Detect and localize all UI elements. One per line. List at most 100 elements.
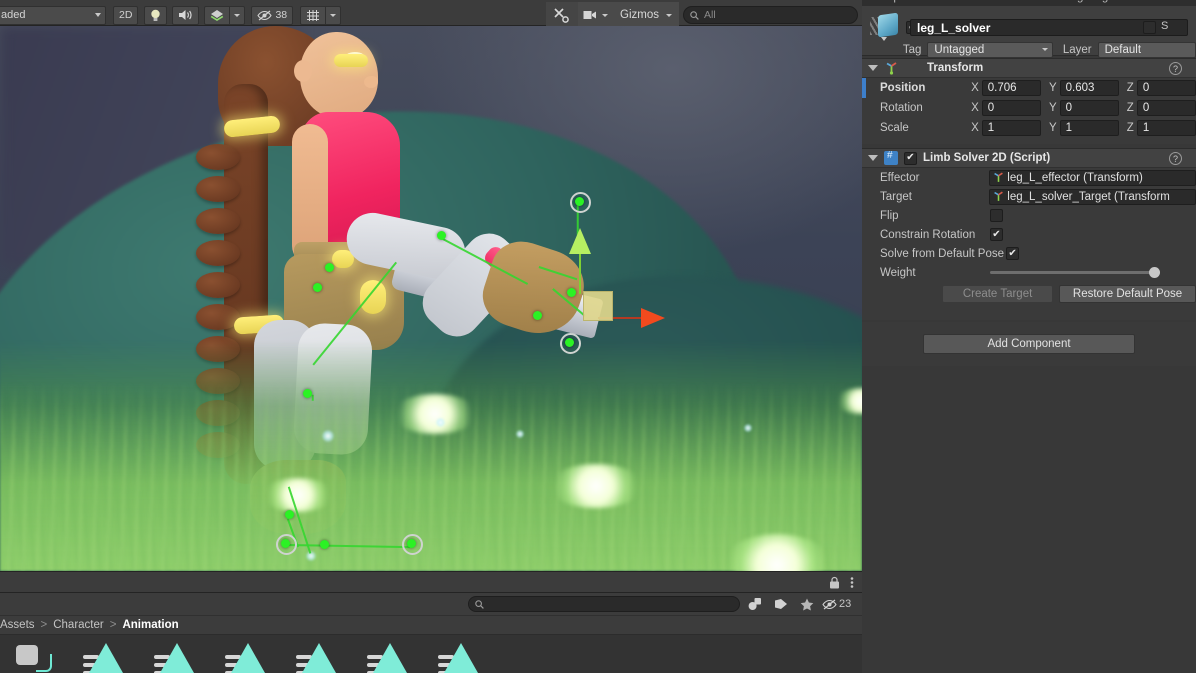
gizmos-button[interactable]: Gizmos (613, 2, 679, 28)
chevron-down-icon (95, 13, 101, 17)
tag-dropdown[interactable]: Untagged (927, 41, 1053, 58)
draw-mode-dropdown[interactable]: aded (0, 5, 106, 25)
tools-icon (554, 7, 569, 23)
layer-dropdown[interactable]: Default (1097, 41, 1196, 58)
selection-indicator (862, 78, 866, 98)
camera-settings-button[interactable] (578, 2, 614, 28)
foldout-arrow-icon[interactable] (868, 155, 878, 161)
scale-y-field[interactable]: 1 (1059, 120, 1119, 136)
search-icon (475, 599, 484, 609)
gizmo-x-axis-arrow[interactable] (641, 308, 665, 328)
asset-grid (0, 635, 862, 673)
position-y-field[interactable]: 0.603 (1059, 80, 1119, 96)
constrain-rotation-checkbox[interactable] (990, 228, 1003, 241)
transform-header[interactable]: Transform ? (862, 58, 1196, 78)
effects-toggle-button[interactable] (204, 5, 231, 25)
asset-item-animation-clip[interactable] (77, 635, 125, 673)
ik-joint-handle[interactable] (285, 510, 294, 519)
target-object-field[interactable]: leg_L_solver_Target (Transform (989, 188, 1196, 205)
project-search-input[interactable] (468, 596, 740, 612)
scale-x-field[interactable]: 1 (981, 120, 1041, 136)
asset-item-animation-clip[interactable] (148, 635, 196, 673)
component-tools-button[interactable] (546, 2, 579, 28)
ik-effector-handle[interactable] (565, 338, 574, 347)
tab-inspector[interactable]: Inspector (878, 0, 925, 3)
solve-from-default-pose-checkbox[interactable] (1006, 247, 1020, 260)
tab-lighting[interactable]: Lighting (1068, 0, 1108, 3)
rotation-x-value: 0 (987, 102, 995, 114)
project-visibility-button[interactable]: 23 (822, 595, 855, 613)
limb-solver-buttons-row: Create Target Restore Default Pose (862, 282, 1196, 306)
effector-object-field[interactable]: leg_L_effector (Transform) (989, 169, 1196, 186)
rotation-x-field[interactable]: 0 (981, 100, 1041, 116)
kebab-menu-icon[interactable] (850, 576, 854, 589)
transform-axis-icon (886, 62, 897, 75)
asset-item-animation-clip[interactable] (290, 635, 338, 673)
animation-clip-icon (438, 643, 478, 673)
animation-clip-icon (154, 643, 194, 673)
gizmo-plane-handle[interactable] (583, 291, 613, 321)
animation-clip-icon (367, 643, 407, 673)
constrain-rotation-label: Constrain Rotation (880, 228, 976, 241)
ik-joint-handle[interactable] (313, 283, 322, 292)
asset-item-animation-clip[interactable] (361, 635, 409, 673)
favorites-button[interactable] (796, 595, 818, 613)
limb-solver-enabled-checkbox[interactable] (904, 151, 917, 165)
scale-z-field[interactable]: 1 (1136, 120, 1196, 136)
ik-effector-handle[interactable] (407, 539, 416, 548)
scene-search-input[interactable]: All (683, 6, 858, 24)
ik-joint-handle[interactable] (303, 389, 312, 398)
2d-toggle-button[interactable]: 2D (113, 5, 139, 25)
restore-default-pose-button[interactable]: Restore Default Pose (1059, 285, 1196, 303)
rotation-z-field[interactable]: 0 (1136, 100, 1196, 116)
ik-joint-handle[interactable] (325, 263, 334, 272)
weight-slider[interactable] (990, 267, 1160, 278)
rotation-y-field[interactable]: 0 (1059, 100, 1119, 116)
gizmo-y-axis-arrow[interactable] (569, 228, 591, 254)
asset-item-animator-controller[interactable] (6, 635, 54, 673)
scene-and-project-column: aded 2D 38 Gizmos All 23 Assets > Charac… (0, 0, 862, 673)
eye-off-icon (257, 10, 273, 20)
asset-item-animation-clip[interactable] (432, 635, 480, 673)
ik-joint-handle[interactable] (437, 231, 446, 240)
static-checkbox[interactable] (1143, 21, 1156, 34)
help-icon[interactable]: ? (1169, 152, 1182, 165)
flip-checkbox[interactable] (990, 209, 1003, 222)
breadcrumb-item-assets[interactable]: Assets (0, 619, 35, 631)
effects-dropdown-button[interactable] (230, 5, 246, 25)
add-component-button[interactable]: Add Component (923, 334, 1135, 354)
ik-effector-handle[interactable] (575, 197, 584, 206)
breadcrumb-item-character[interactable]: Character (53, 619, 104, 631)
limb-solver-title: Limb Solver 2D (Script) (923, 152, 1051, 164)
breadcrumb-item-animation[interactable]: Animation (122, 619, 178, 631)
scene-view-viewport[interactable] (0, 26, 862, 571)
speaker-icon (179, 10, 193, 20)
component-limb-solver-2d: Limb Solver 2D (Script) ? Effector leg_L… (862, 148, 1196, 320)
axis-z-label: Z (1126, 82, 1134, 94)
target-value: leg_L_solver_Target (Transform (1007, 190, 1170, 203)
ik-joint-handle[interactable] (567, 288, 576, 297)
grid-dropdown-button[interactable] (326, 5, 342, 25)
weight-slider-knob[interactable] (1149, 267, 1160, 278)
ik-joint-handle[interactable] (533, 311, 542, 320)
tab-services[interactable]: Services (974, 0, 1018, 3)
create-target-button[interactable]: Create Target (942, 285, 1054, 303)
audio-toggle-button[interactable] (172, 5, 200, 25)
foldout-arrow-icon[interactable] (868, 65, 878, 71)
layer-value: Default (1104, 43, 1142, 56)
asset-item-animation-clip[interactable] (219, 635, 267, 673)
limb-solver-header[interactable]: Limb Solver 2D (Script) ? (862, 148, 1196, 168)
label-filter-button[interactable] (770, 595, 792, 613)
scene-visibility-button[interactable]: 38 (251, 5, 294, 25)
asset-type-filter-button[interactable] (744, 595, 766, 613)
inspector-object-header: leg_L_solver S Tag Untagged Layer Defaul… (862, 6, 1196, 58)
lock-icon[interactable] (829, 576, 840, 589)
position-x-field[interactable]: 0.706 (981, 80, 1041, 96)
grid-snap-button[interactable] (300, 5, 327, 25)
ik-joint-handle[interactable] (320, 540, 329, 549)
position-z-field[interactable]: 0 (1136, 80, 1196, 96)
help-icon[interactable]: ? (1169, 62, 1182, 75)
restore-default-pose-label: Restore Default Pose (1072, 288, 1183, 300)
lighting-toggle-button[interactable] (144, 5, 168, 25)
ik-effector-handle[interactable] (281, 539, 290, 548)
